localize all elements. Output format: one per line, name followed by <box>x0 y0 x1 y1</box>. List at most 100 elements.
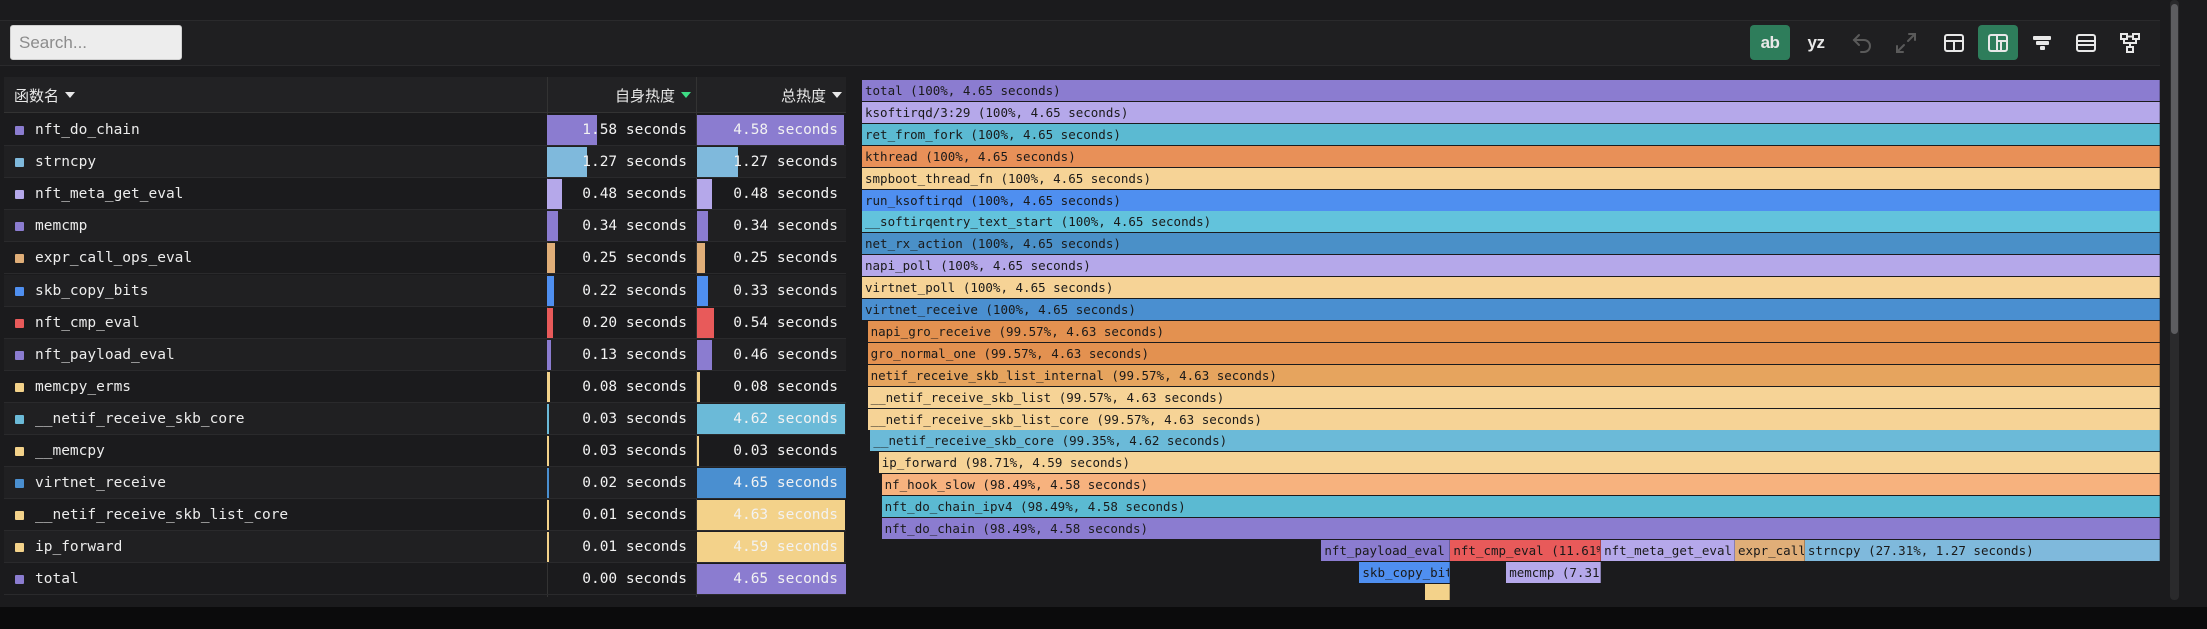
self-value: 1.58 seconds <box>582 122 687 138</box>
color-swatch <box>15 511 24 521</box>
flame-frame[interactable]: memcmp (7.31 <box>1506 561 1602 583</box>
total-value: 1.27 seconds <box>733 154 838 171</box>
column-header-total[interactable]: 总热度 <box>696 77 842 113</box>
total-value: 0.03 seconds <box>733 443 838 459</box>
sort-alpha-reverse-button[interactable]: yz <box>1796 25 1836 60</box>
total-bar <box>697 275 708 306</box>
flame-frame[interactable]: nft_cmp_eval (11.61%, <box>1450 539 1602 561</box>
flame-frame[interactable]: kthread (100%, 4.65 seconds) <box>862 145 2160 167</box>
scrollbar-thumb[interactable] <box>2171 4 2178 334</box>
flame-frame[interactable]: nft_payload_eval ( <box>1321 539 1451 561</box>
flame-frame[interactable]: __netif_receive_skb_list (99.57%, 4.63 s… <box>867 386 2160 408</box>
self-cell: 0.03 seconds <box>547 403 695 435</box>
sandwich-icon <box>2076 33 2096 52</box>
total-cell: 4.59 seconds <box>697 531 846 563</box>
total-cell: 0.25 seconds <box>697 242 846 274</box>
self-cell: 0.08 seconds <box>547 371 695 403</box>
table-row[interactable]: __memcpy 0.03 seconds 0.03 seconds <box>4 435 846 467</box>
color-swatch <box>15 190 24 200</box>
total-value: 4.58 seconds <box>733 122 838 138</box>
sort-alpha-label: ab <box>1760 32 1780 52</box>
flame-graph[interactable]: total (100%, 4.65 seconds) ksoftirqd/3:29… <box>862 80 2160 600</box>
table-view-button[interactable] <box>1934 25 1974 60</box>
flame-frame[interactable]: gro_normal_one (99.57%, 4.63 seconds) <box>867 342 2160 364</box>
total-value: 0.25 seconds <box>733 250 838 267</box>
self-value: 0.25 seconds <box>582 250 687 267</box>
color-swatch <box>15 382 24 392</box>
sort-active-arrow-icon <box>681 92 691 98</box>
flame-frame[interactable]: total (100%, 4.65 seconds) <box>862 80 2160 101</box>
flame-frame[interactable]: __netif_receive_skb_core (99.35%, 4.62 s… <box>870 430 2160 452</box>
sort-alpha-button[interactable]: ab <box>1750 25 1790 60</box>
function-name: total <box>35 571 79 588</box>
table-header: 函数名 自身热度 总热度 <box>4 77 846 113</box>
table-row[interactable]: memcpy_erms 0.08 seconds 0.08 seconds <box>4 371 846 403</box>
sort-alpha-reverse-label: yz <box>1807 32 1825 52</box>
total-value: 0.34 seconds <box>733 218 838 235</box>
table-row[interactable]: nft_meta_get_eval 0.48 seconds 0.48 second… <box>4 178 846 211</box>
table-row[interactable]: skb_copy_bits 0.22 seconds 0.33 seconds <box>4 274 846 307</box>
flame-frame[interactable]: netif_receive_skb_list_internal (99.57%,… <box>867 364 2160 386</box>
table-row[interactable]: __netif_receive_skb_core 0.03 seconds 4.62… <box>4 402 846 435</box>
total-value: 0.08 seconds <box>733 378 838 395</box>
table-row[interactable]: expr_call_ops_eval 0.25 seconds 0.25 secon… <box>4 242 846 275</box>
table-flamegraph-view-button[interactable] <box>1978 25 2018 60</box>
color-swatch <box>15 414 24 424</box>
flame-frame[interactable]: nf_hook_slow (98.49%, 4.58 seconds) <box>881 474 2160 496</box>
flame-frame[interactable]: ksoftirqd/3:29 (100%, 4.65 seconds) <box>862 101 2160 123</box>
table-row[interactable]: virtnet_receive 0.02 seconds 4.65 seconds <box>4 467 846 500</box>
flame-frame[interactable]: __softirqentry_text_start (100%, 4.65 se… <box>862 211 2160 233</box>
search-input[interactable] <box>10 25 182 60</box>
total-value: 0.54 seconds <box>733 314 838 331</box>
flame-frame[interactable]: strncpy (27.31%, 1.27 seconds) <box>1804 539 2160 561</box>
table-row[interactable]: nft_cmp_eval 0.20 seconds 0.54 seconds <box>4 307 846 339</box>
flame-frame[interactable]: nft_do_chain_ipv4 (98.49%, 4.58 seconds) <box>881 496 2160 518</box>
flame-frame[interactable]: net_rx_action (100%, 4.65 seconds) <box>862 233 2160 255</box>
self-cell: 0.20 seconds <box>547 307 695 339</box>
table-icon <box>1944 33 1964 52</box>
self-cell: 0.02 seconds <box>547 467 695 499</box>
flame-frame[interactable]: ip_forward (98.71%, 4.59 seconds) <box>878 452 2160 474</box>
undo-button[interactable] <box>1842 25 1882 60</box>
flame-frame[interactable]: napi_poll (100%, 4.65 seconds) <box>862 255 2160 277</box>
flamegraph-view-button[interactable] <box>2022 25 2062 60</box>
flame-frame[interactable]: nft_meta_get_eval ( <box>1601 539 1736 561</box>
self-value: 0.34 seconds <box>582 218 687 235</box>
table-row[interactable]: nft_do_chain 1.58 seconds 4.58 seconds <box>4 114 846 146</box>
flamegraph-icon <box>2033 35 2051 50</box>
flame-frame[interactable]: __netif_receive_skb_list_core (99.57%, 4… <box>867 408 2160 430</box>
flame-frame[interactable]: virtnet_receive (100%, 4.65 seconds) <box>862 299 2160 320</box>
flame-frame[interactable] <box>1425 583 1451 600</box>
table-row[interactable]: total 0.00 seconds 4.65 seconds <box>4 563 846 596</box>
vertical-scrollbar[interactable] <box>2170 0 2179 600</box>
function-name: expr_call_ops_eval <box>35 250 193 267</box>
flame-frame[interactable]: skb_copy_bits <box>1359 561 1451 583</box>
self-cell: 0.25 seconds <box>547 242 695 274</box>
self-bar <box>547 179 563 210</box>
table-row[interactable]: ip_forward 0.01 seconds 4.59 seconds <box>4 531 846 564</box>
total-bar <box>697 211 708 242</box>
undo-icon <box>1852 33 1871 53</box>
table-row[interactable]: __netif_receive_skb_list_core 0.01 second… <box>4 499 846 532</box>
flame-frame[interactable]: smpboot_thread_fn (100%, 4.65 seconds) <box>862 167 2160 189</box>
function-name: memcpy_erms <box>35 378 132 395</box>
flame-frame[interactable]: virtnet_poll (100%, 4.65 seconds) <box>862 277 2160 299</box>
total-cell: 4.58 seconds <box>697 114 846 146</box>
column-header-self[interactable]: 自身热度 <box>549 77 691 113</box>
self-bar <box>547 339 552 370</box>
flame-frame[interactable]: napi_gro_receive (99.57%, 4.63 seconds) <box>867 320 2160 342</box>
graph-view-button[interactable] <box>2110 25 2150 60</box>
column-header-function-name[interactable]: 函数名 <box>14 77 76 113</box>
table-row[interactable]: memcmp 0.34 seconds 0.34 seconds <box>4 210 846 243</box>
flame-frame[interactable]: nft_do_chain (98.49%, 4.58 seconds) <box>881 518 2160 539</box>
flame-frame[interactable]: ret_from_fork (100%, 4.65 seconds) <box>862 123 2160 145</box>
self-value: 0.13 seconds <box>582 346 687 363</box>
table-row[interactable]: strncpy 1.27 seconds 1.27 seconds <box>4 146 846 179</box>
table-row[interactable]: nft_payload_eval 0.13 seconds 0.46 seconds <box>4 338 846 371</box>
flame-frame[interactable]: run_ksoftirqd (100%, 4.65 seconds) <box>862 189 2160 211</box>
sandwich-view-button[interactable] <box>2066 25 2106 60</box>
flame-frame[interactable]: expr_call <box>1735 539 1805 561</box>
total-cell: 0.34 seconds <box>697 210 846 242</box>
expand-button[interactable] <box>1886 25 1926 60</box>
self-value: 0.48 seconds <box>582 186 687 203</box>
